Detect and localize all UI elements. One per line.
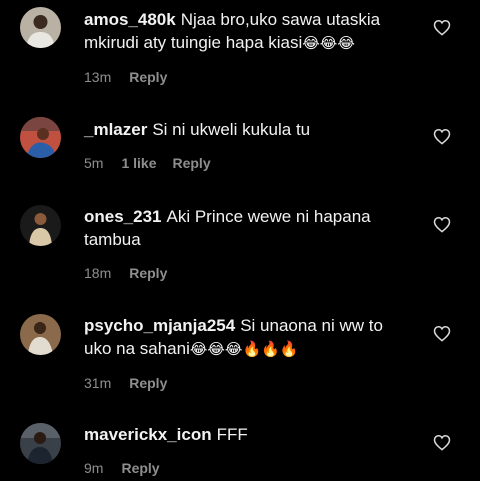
heart-outline-icon — [433, 325, 451, 342]
heart-outline-icon — [433, 434, 451, 451]
comment-emojis: 😂😂😂🔥🔥🔥 — [189, 341, 299, 358]
avatar-person-brown-background-icon — [20, 314, 61, 355]
comment-time: 5m — [84, 155, 104, 171]
reply-button[interactable]: Reply — [121, 460, 159, 476]
comment-text: ones_231 Aki Prince wewe ni hapana tambua — [84, 205, 414, 251]
heart-outline-icon — [433, 216, 451, 233]
reply-button[interactable]: Reply — [129, 265, 167, 281]
comment-username[interactable]: ones_231 — [84, 207, 162, 226]
comment-meta: 13m Reply — [84, 69, 414, 85]
like-button[interactable] — [433, 434, 451, 451]
comment-body: ones_231 Aki Prince wewe ni hapana tambua… — [84, 205, 414, 281]
heart-outline-icon — [433, 128, 451, 145]
avatar-person-dark-background-icon — [20, 205, 61, 246]
avatar[interactable] — [20, 7, 61, 48]
reply-button[interactable]: Reply — [129, 69, 167, 85]
comment-body: _mlazer Si ni ukweli kukula tu 5m 1 like … — [84, 118, 414, 171]
avatar[interactable] — [20, 117, 61, 158]
comment-time: 18m — [84, 265, 112, 281]
comment-time: 9m — [84, 460, 104, 476]
comment-text: _mlazer Si ni ukweli kukula tu — [84, 118, 414, 141]
like-button[interactable] — [433, 128, 451, 145]
comment-time: 31m — [84, 375, 112, 391]
comments-feed: amos_480k Njaa bro,uko sawa utaskia mkiru… — [0, 0, 480, 481]
comment-username[interactable]: maverickx_icon — [84, 425, 212, 444]
avatar-person-red-background-icon — [20, 117, 61, 158]
avatar[interactable] — [20, 423, 61, 464]
comment-likes[interactable]: 1 like — [121, 155, 156, 171]
comment-text: amos_480k Njaa bro,uko sawa utaskia mkiru… — [84, 8, 414, 55]
like-button[interactable] — [433, 19, 451, 36]
comment-body: amos_480k Njaa bro,uko sawa utaskia mkiru… — [84, 8, 414, 85]
like-button[interactable] — [433, 216, 451, 233]
comment-username[interactable]: amos_480k — [84, 10, 176, 29]
reply-button[interactable]: Reply — [129, 375, 167, 391]
comment-emojis: 😂😂😂 — [302, 35, 355, 52]
comment-meta: 31m Reply — [84, 375, 414, 391]
comment-meta: 18m Reply — [84, 265, 414, 281]
comment-username[interactable]: psycho_mjanja254 — [84, 316, 235, 335]
comment-body: maverickx_icon FFF 9m Reply — [84, 423, 414, 476]
comment-time: 13m — [84, 69, 112, 85]
comment-meta: 9m Reply — [84, 460, 414, 476]
comment-message: Si ni ukweli kukula tu — [152, 120, 311, 139]
comment-meta: 5m 1 like Reply — [84, 155, 414, 171]
comment-text: maverickx_icon FFF — [84, 423, 414, 446]
comment-text: psycho_mjanja254 Si unaona ni ww to uko n… — [84, 314, 414, 361]
comment-body: psycho_mjanja254 Si unaona ni ww to uko n… — [84, 314, 414, 391]
reply-button[interactable]: Reply — [172, 155, 210, 171]
avatar[interactable] — [20, 314, 61, 355]
avatar-person-white-shirt-icon — [20, 7, 61, 48]
avatar[interactable] — [20, 205, 61, 246]
comment-username[interactable]: _mlazer — [84, 120, 147, 139]
avatar-person-group-photo-icon — [20, 423, 61, 464]
like-button[interactable] — [433, 325, 451, 342]
heart-outline-icon — [433, 19, 451, 36]
comment-message: FFF — [216, 425, 248, 444]
